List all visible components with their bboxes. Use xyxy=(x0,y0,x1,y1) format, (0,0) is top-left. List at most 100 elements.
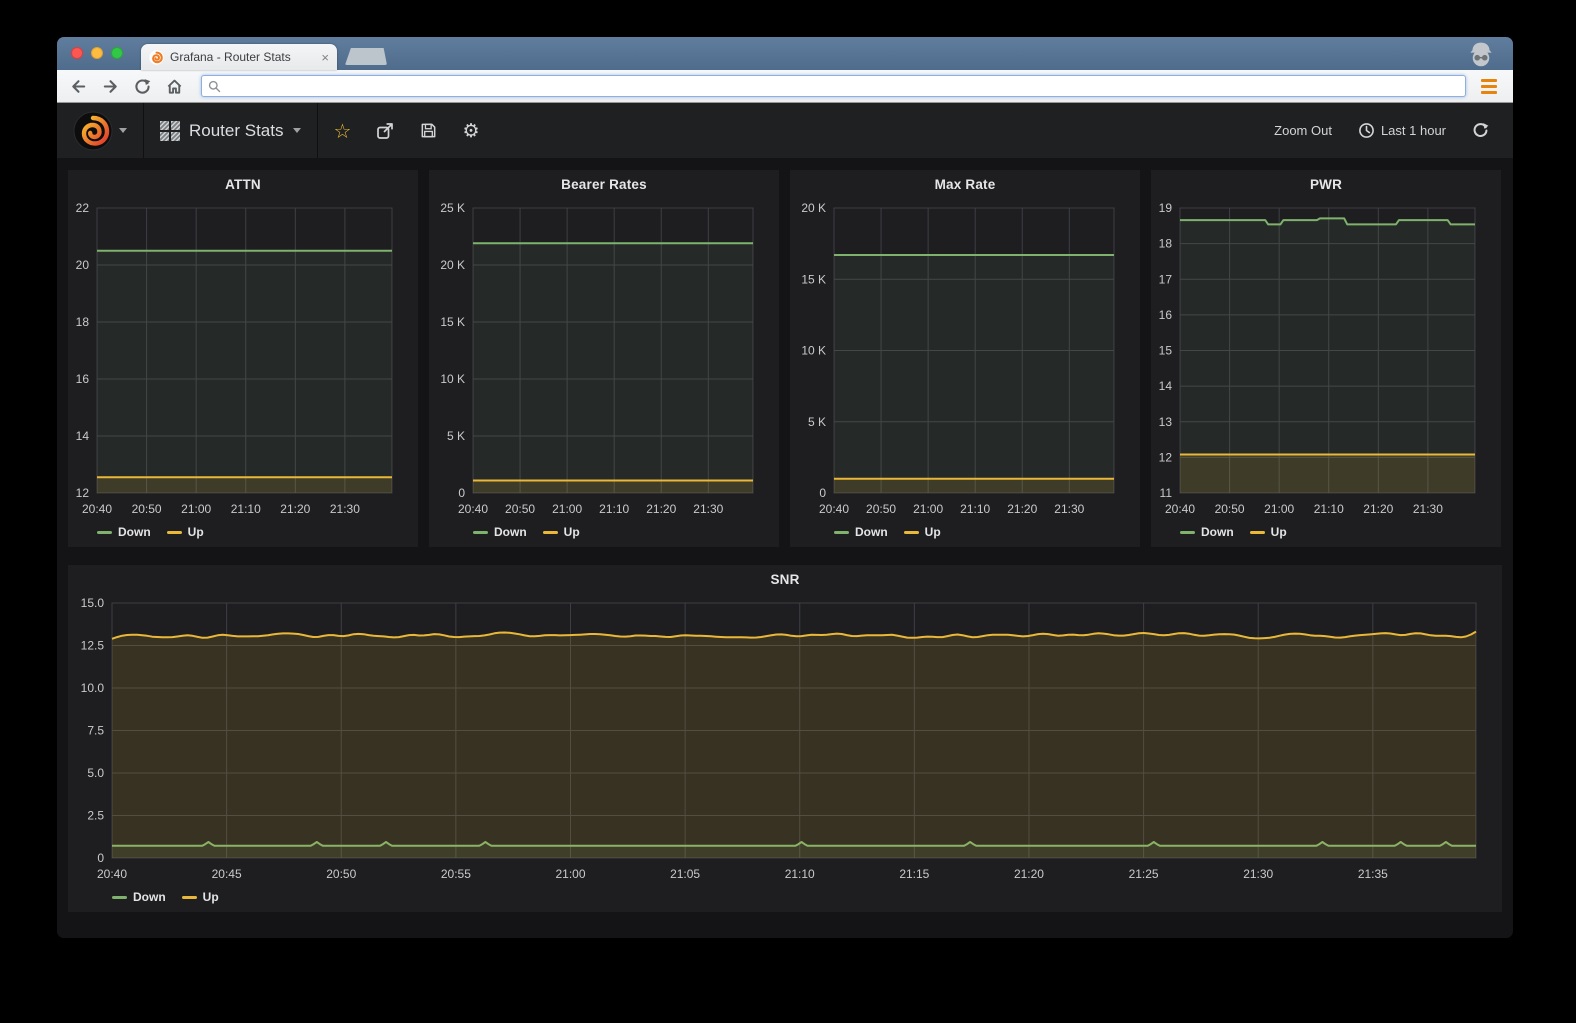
refresh-icon xyxy=(1472,122,1489,139)
time-controls: Zoom Out Last 1 hour xyxy=(1258,103,1513,158)
svg-text:25 K: 25 K xyxy=(440,201,465,215)
dashboard-picker[interactable]: Router Stats xyxy=(144,103,318,158)
legend-item-down[interactable]: Down xyxy=(97,525,151,539)
home-button[interactable] xyxy=(165,77,184,96)
chevron-down-icon xyxy=(293,128,301,133)
chart-canvas[interactable]: 12141618202220:4020:5021:0021:1021:2021:… xyxy=(68,170,418,547)
grafana-navbar: Router Stats ☆ ⚙ xyxy=(57,103,1513,158)
back-button[interactable] xyxy=(69,77,88,96)
legend-swatch-icon xyxy=(167,531,182,534)
browser-menu-button[interactable] xyxy=(1481,79,1497,94)
svg-text:21:25: 21:25 xyxy=(1129,867,1159,881)
svg-text:20:40: 20:40 xyxy=(97,867,127,881)
grafana-logo-icon xyxy=(73,111,113,151)
grafana-logo-menu[interactable] xyxy=(57,103,144,158)
legend-item-up[interactable]: Up xyxy=(167,525,204,539)
svg-text:20:50: 20:50 xyxy=(132,502,162,516)
legend-swatch-icon xyxy=(543,531,558,534)
svg-text:2.5: 2.5 xyxy=(87,809,104,823)
panel-legend: Down Up xyxy=(97,525,204,539)
legend-item-down[interactable]: Down xyxy=(1180,525,1234,539)
minimize-window-button[interactable] xyxy=(91,47,103,59)
star-dashboard-button[interactable]: ☆ xyxy=(334,119,352,143)
browser-toolbar xyxy=(57,70,1513,103)
svg-text:12: 12 xyxy=(1159,450,1173,464)
svg-text:7.5: 7.5 xyxy=(87,724,104,738)
grafana-favicon-icon xyxy=(149,50,164,65)
svg-text:21:20: 21:20 xyxy=(1014,867,1044,881)
svg-text:21:30: 21:30 xyxy=(330,502,360,516)
incognito-spy-icon xyxy=(1465,38,1497,70)
panel-bearer-rates: Bearer Rates 05 K10 K15 K20 K25 K20:4020… xyxy=(429,170,779,547)
address-bar-input[interactable] xyxy=(226,79,1459,93)
clock-icon xyxy=(1358,122,1375,139)
chart-canvas[interactable]: 11121314151617181920:4020:5021:0021:1021… xyxy=(1151,170,1501,547)
svg-text:20:50: 20:50 xyxy=(866,502,896,516)
legend-swatch-icon xyxy=(473,531,488,534)
svg-text:21:20: 21:20 xyxy=(646,502,676,516)
svg-text:15.0: 15.0 xyxy=(81,596,105,610)
legend-item-up[interactable]: Up xyxy=(1250,525,1287,539)
panel-legend: Down Up xyxy=(1180,525,1287,539)
panel-title[interactable]: Max Rate xyxy=(790,177,1140,192)
time-range-label: Last 1 hour xyxy=(1381,123,1446,138)
svg-text:20:40: 20:40 xyxy=(1165,502,1195,516)
svg-text:21:00: 21:00 xyxy=(1264,502,1294,516)
svg-text:15 K: 15 K xyxy=(440,315,465,329)
refresh-button[interactable] xyxy=(1472,122,1489,139)
panel-legend: Down Up xyxy=(834,525,941,539)
chart-canvas[interactable]: 05 K10 K15 K20 K20:4020:5021:0021:1021:2… xyxy=(790,170,1140,547)
zoom-window-button[interactable] xyxy=(111,47,123,59)
zoom-out-button[interactable]: Zoom Out xyxy=(1274,123,1332,138)
legend-swatch-icon xyxy=(904,531,919,534)
svg-text:16: 16 xyxy=(1159,308,1173,322)
share-icon xyxy=(375,121,395,141)
dashboard-settings-button[interactable]: ⚙ xyxy=(462,120,479,142)
legend-item-up[interactable]: Up xyxy=(543,525,580,539)
legend-swatch-icon xyxy=(834,531,849,534)
svg-text:14: 14 xyxy=(76,429,90,443)
share-dashboard-button[interactable] xyxy=(375,121,395,141)
svg-text:21:00: 21:00 xyxy=(181,502,211,516)
svg-text:5.0: 5.0 xyxy=(87,766,104,780)
search-icon xyxy=(208,80,221,93)
panel-title[interactable]: Bearer Rates xyxy=(429,177,779,192)
legend-item-down[interactable]: Down xyxy=(834,525,888,539)
legend-item-down[interactable]: Down xyxy=(112,890,166,904)
save-dashboard-button[interactable] xyxy=(419,121,438,140)
reload-button[interactable] xyxy=(133,77,152,96)
svg-text:21:20: 21:20 xyxy=(1363,502,1393,516)
svg-text:20: 20 xyxy=(76,258,90,272)
legend-item-up[interactable]: Up xyxy=(182,890,219,904)
forward-arrow-icon xyxy=(101,77,120,96)
svg-text:21:30: 21:30 xyxy=(1413,502,1443,516)
svg-text:21:10: 21:10 xyxy=(960,502,990,516)
svg-text:0: 0 xyxy=(458,486,465,500)
tab-close-icon[interactable]: × xyxy=(321,51,329,64)
panel-title[interactable]: PWR xyxy=(1151,177,1501,192)
legend-item-down[interactable]: Down xyxy=(473,525,527,539)
svg-text:20:40: 20:40 xyxy=(458,502,488,516)
new-tab-button[interactable] xyxy=(345,48,387,65)
chevron-down-icon xyxy=(119,128,127,133)
back-arrow-icon xyxy=(69,77,88,96)
chart-canvas[interactable]: 05 K10 K15 K20 K25 K20:4020:5021:0021:10… xyxy=(429,170,779,547)
browser-tab[interactable]: Grafana - Router Stats × xyxy=(141,44,337,70)
svg-text:21:05: 21:05 xyxy=(670,867,700,881)
legend-swatch-icon xyxy=(1180,531,1195,534)
svg-text:20:50: 20:50 xyxy=(326,867,356,881)
time-range-picker[interactable]: Last 1 hour xyxy=(1358,122,1446,139)
panel-title[interactable]: SNR xyxy=(68,572,1502,587)
address-bar[interactable] xyxy=(201,75,1466,97)
svg-text:12.5: 12.5 xyxy=(81,639,105,653)
legend-item-up[interactable]: Up xyxy=(904,525,941,539)
chart-canvas[interactable]: 02.55.07.510.012.515.020:4020:4520:5020:… xyxy=(68,565,1502,912)
close-window-button[interactable] xyxy=(71,47,83,59)
svg-text:20 K: 20 K xyxy=(440,258,465,272)
svg-text:21:30: 21:30 xyxy=(1243,867,1273,881)
forward-button[interactable] xyxy=(101,77,120,96)
panel-legend: Down Up xyxy=(112,890,219,904)
panel-title[interactable]: ATTN xyxy=(68,177,418,192)
svg-text:20:40: 20:40 xyxy=(819,502,849,516)
svg-text:20:50: 20:50 xyxy=(1215,502,1245,516)
